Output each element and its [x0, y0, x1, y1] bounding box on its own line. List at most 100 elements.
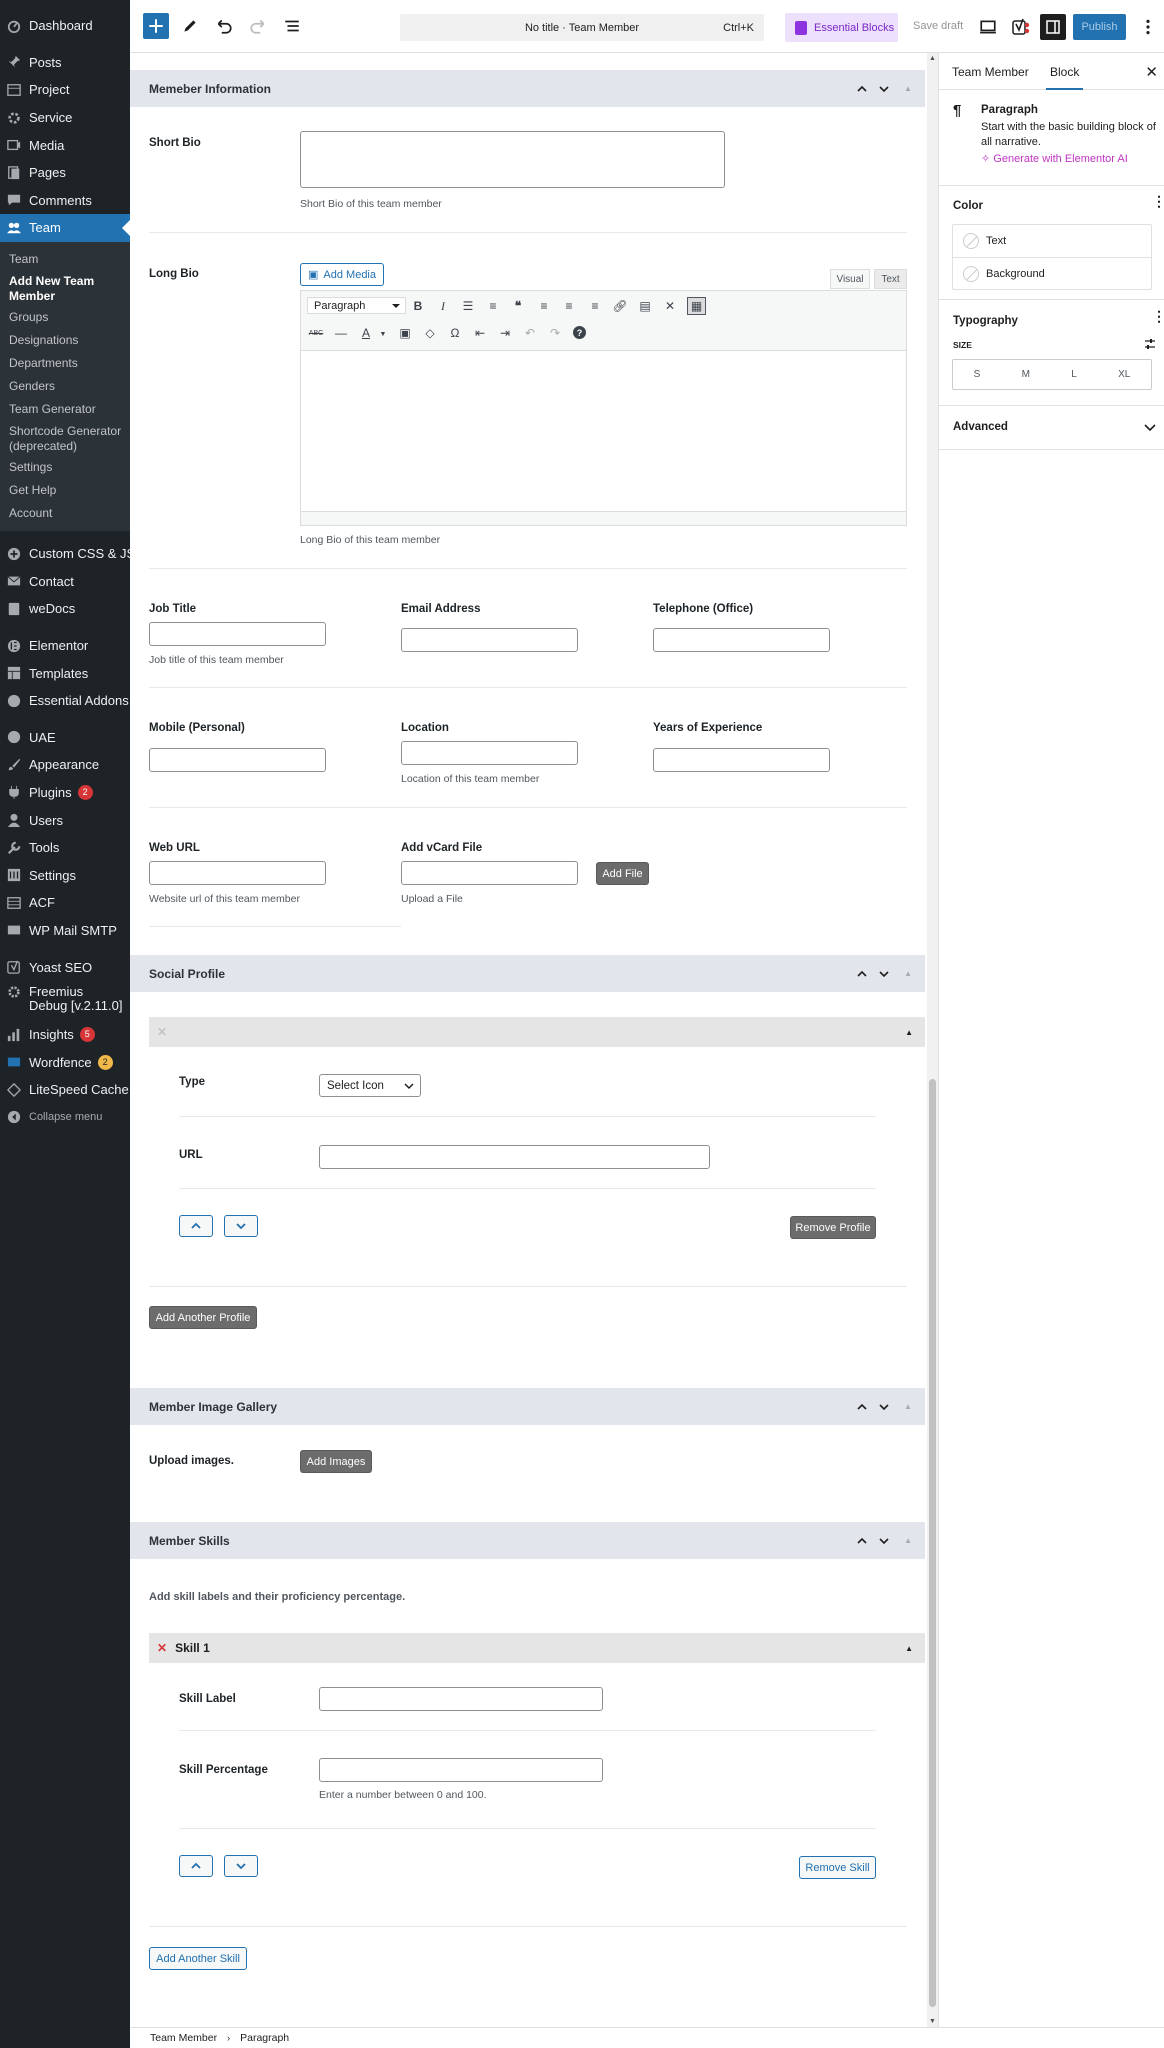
years-input[interactable] — [653, 748, 830, 772]
tab-team-member[interactable]: Team Member — [952, 65, 1029, 79]
breadcrumb-paragraph[interactable]: Paragraph — [240, 2032, 289, 2044]
submenu-settings[interactable]: Settings — [0, 457, 130, 480]
remove-group-icon[interactable]: ✕ — [157, 1025, 167, 1039]
move-up-icon[interactable] — [856, 1401, 868, 1413]
short-bio-textarea[interactable] — [300, 131, 725, 188]
blockquote-icon[interactable]: ❝ — [510, 298, 526, 314]
scroll-up-icon[interactable]: ▲ — [929, 55, 936, 62]
job-title-input[interactable] — [149, 622, 326, 646]
options-menu-button[interactable] — [1135, 14, 1161, 40]
menu-appearance[interactable]: Appearance — [0, 751, 130, 779]
submenu-get-help[interactable]: Get Help — [0, 479, 130, 502]
collapse-toggle-icon[interactable]: ▲ — [904, 1402, 912, 1411]
menu-tools[interactable]: Tools — [0, 834, 130, 862]
move-profile-up-button[interactable] — [179, 1215, 213, 1237]
add-images-button[interactable]: Add Images — [300, 1450, 372, 1473]
link-icon[interactable]: 🔗︎ — [612, 298, 628, 314]
move-down-icon[interactable] — [878, 1401, 890, 1413]
tab-text[interactable]: Text — [874, 269, 907, 289]
bullet-list-icon[interactable]: ☰ — [460, 298, 476, 314]
paste-text-icon[interactable]: ▣ — [397, 325, 413, 341]
menu-plugins[interactable]: Plugins 2 — [0, 779, 130, 807]
menu-media[interactable]: Media — [0, 131, 130, 159]
submenu-add-new-team-member[interactable]: Add New Team Member — [0, 271, 130, 307]
member-skills-header[interactable]: Member Skills ▲ — [130, 1522, 925, 1559]
submenu-genders[interactable]: Genders — [0, 375, 130, 398]
social-type-select[interactable]: Select Icon — [319, 1074, 421, 1097]
location-input[interactable] — [401, 741, 578, 765]
custom-size-icon[interactable] — [1144, 338, 1156, 350]
indent-icon[interactable]: ⇥ — [497, 325, 513, 341]
collapse-toggle-icon[interactable]: ▲ — [904, 84, 912, 93]
move-up-icon[interactable] — [856, 83, 868, 95]
text-color-item[interactable]: Text — [953, 225, 1151, 258]
submenu-groups[interactable]: Groups — [0, 307, 130, 330]
submenu-team[interactable]: Team — [0, 248, 130, 271]
move-skill-up-button[interactable] — [179, 1855, 213, 1877]
member-information-header[interactable]: Memeber Information ▲ — [130, 70, 925, 107]
size-m[interactable]: M — [1022, 369, 1030, 380]
publish-button[interactable]: Publish — [1073, 14, 1126, 40]
text-color-dropdown-icon[interactable]: ▼ — [375, 326, 391, 342]
generate-ai-link[interactable]: ✧ Generate with Elementor AI — [981, 152, 1128, 165]
menu-essential-addons[interactable]: Essential Addons — [0, 687, 130, 715]
submenu-shortcode-generator[interactable]: Shortcode Generator (deprecated) — [0, 421, 130, 457]
color-options-icon[interactable]: ⋮ — [1152, 194, 1164, 208]
size-xl[interactable]: XL — [1118, 369, 1130, 380]
yoast-button[interactable] — [1008, 14, 1034, 40]
undo-button[interactable] — [211, 13, 237, 39]
menu-wordfence[interactable]: Wordfence 2 — [0, 1048, 130, 1076]
menu-wedocs[interactable]: weDocs — [0, 595, 130, 623]
email-input[interactable] — [401, 628, 578, 652]
move-profile-down-button[interactable] — [224, 1215, 258, 1237]
editor-content-area[interactable] — [301, 351, 906, 511]
tab-block[interactable]: Block — [1046, 65, 1084, 90]
submenu-team-generator[interactable]: Team Generator — [0, 398, 130, 421]
menu-dashboard[interactable]: Dashboard — [0, 12, 130, 40]
align-left-icon[interactable]: ≡ — [536, 298, 552, 314]
move-down-icon[interactable] — [878, 968, 890, 980]
close-icon[interactable]: ✕ — [1145, 63, 1158, 81]
group-collapse-icon[interactable]: ▲ — [905, 1028, 913, 1037]
remove-skill-button[interactable]: Remove Skill — [799, 1856, 876, 1879]
menu-wp-mail-smtp[interactable]: WP Mail SMTP — [0, 917, 130, 945]
social-profile-header[interactable]: Social Profile ▲ — [130, 955, 925, 992]
remove-profile-button[interactable]: Remove Profile — [790, 1216, 876, 1239]
skill-percentage-input[interactable] — [319, 1758, 603, 1782]
text-color-icon[interactable]: A — [358, 325, 374, 341]
breadcrumb-team-member[interactable]: Team Member — [150, 2032, 217, 2044]
tab-visual[interactable]: Visual — [830, 269, 870, 289]
menu-project[interactable]: Project — [0, 76, 130, 104]
menu-collapse[interactable]: Collapse menu — [0, 1104, 130, 1132]
move-up-icon[interactable] — [856, 1535, 868, 1547]
submenu-departments[interactable]: Departments — [0, 352, 130, 375]
menu-yoast-seo[interactable]: Yoast SEO — [0, 953, 130, 981]
menu-freemius-debug[interactable]: Freemius Debug [v.2.11.0] — [0, 981, 130, 1021]
settings-panel-toggle[interactable] — [1040, 14, 1066, 40]
size-s[interactable]: S — [974, 369, 981, 380]
redo-button[interactable] — [245, 13, 271, 39]
menu-users[interactable]: Users — [0, 806, 130, 834]
add-media-button[interactable]: ▣ Add Media — [300, 263, 384, 286]
menu-custom-css-js[interactable]: Custom CSS & JS — [0, 540, 135, 568]
add-block-button[interactable] — [143, 13, 169, 39]
move-down-icon[interactable] — [878, 83, 890, 95]
submenu-designations[interactable]: Designations — [0, 329, 130, 352]
save-draft-button[interactable]: Save draft — [913, 20, 963, 32]
redo-icon[interactable]: ↷ — [547, 325, 563, 341]
add-another-profile-button[interactable]: Add Another Profile — [149, 1306, 257, 1329]
menu-uae[interactable]: UAE — [0, 723, 130, 751]
fullscreen-icon[interactable]: ✕ — [662, 298, 678, 314]
menu-acf[interactable]: ACF — [0, 889, 130, 917]
read-more-icon[interactable]: ▤ — [637, 298, 653, 314]
telephone-input[interactable] — [653, 628, 830, 652]
vcard-input[interactable] — [401, 861, 578, 885]
toolbar-toggle-icon[interactable]: ▦ — [687, 297, 706, 315]
special-character-icon[interactable]: Ω — [447, 325, 463, 341]
menu-posts[interactable]: Posts — [0, 49, 130, 77]
skill-group-header[interactable]: ✕ Skill 1 ▲ — [149, 1633, 925, 1663]
scrollbar-thumb[interactable] — [929, 1079, 936, 2007]
menu-elementor[interactable]: Elementor — [0, 632, 130, 660]
web-url-input[interactable] — [149, 861, 326, 885]
horizontal-line-icon[interactable]: — — [333, 325, 349, 341]
